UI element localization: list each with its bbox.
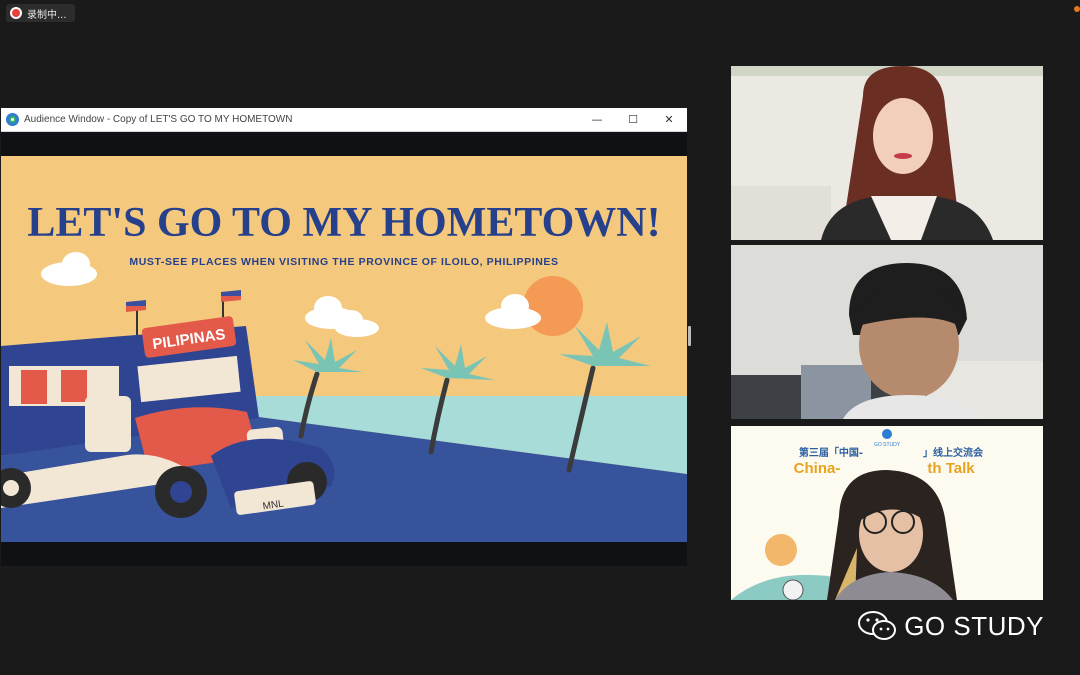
recording-label: 录制中... <box>27 9 67 21</box>
minimize-button[interactable]: — <box>579 113 615 126</box>
banner-logo: GO STUDY <box>874 442 901 448</box>
participant-3-frame: GO STUDY 第三届「中国- 」线上交流会 China- th Talk <box>731 426 1043 600</box>
window-title: Audience Window - Copy of LET'S GO TO MY… <box>24 114 293 125</box>
audience-window[interactable]: Audience Window - Copy of LET'S GO TO MY… <box>1 108 687 566</box>
slide-title: LET'S GO TO MY HOMETOWN! <box>27 200 660 246</box>
banner-line2: China- <box>794 460 841 477</box>
status-dot <box>1074 6 1080 12</box>
slide-viewport: LET'S GO TO MY HOMETOWN! MUST-SEE PLACES… <box>1 132 687 566</box>
participant-video-1[interactable] <box>731 66 1043 240</box>
slide-subtitle: MUST-SEE PLACES WHEN VISITING THE PROVIN… <box>129 256 558 268</box>
wechat-icon <box>858 611 897 640</box>
brand-watermark: GO STUDY <box>858 610 1044 642</box>
window-titlebar[interactable]: Audience Window - Copy of LET'S GO TO MY… <box>1 108 687 132</box>
recording-indicator[interactable]: 录制中... <box>6 4 75 22</box>
participant-video-2[interactable] <box>731 245 1043 419</box>
participant-1-frame <box>731 66 1043 240</box>
close-button[interactable]: ✕ <box>651 113 687 126</box>
slide: LET'S GO TO MY HOMETOWN! MUST-SEE PLACES… <box>1 156 687 542</box>
participant-2-frame <box>731 245 1043 419</box>
sun-shape <box>523 276 583 336</box>
participant-video-3[interactable]: GO STUDY 第三届「中国- 」线上交流会 China- th Talk <box>731 426 1043 600</box>
maximize-button[interactable]: ☐ <box>615 113 651 126</box>
banner-line2b: th Talk <box>927 460 975 477</box>
app-icon <box>6 113 19 126</box>
resize-handle[interactable] <box>688 326 691 346</box>
banner-line1b: 」线上交流会 <box>923 446 983 459</box>
record-icon <box>12 9 20 17</box>
banner-line1: 第三届「中国- <box>799 446 863 459</box>
brand-label: GO STUDY <box>904 610 1044 641</box>
